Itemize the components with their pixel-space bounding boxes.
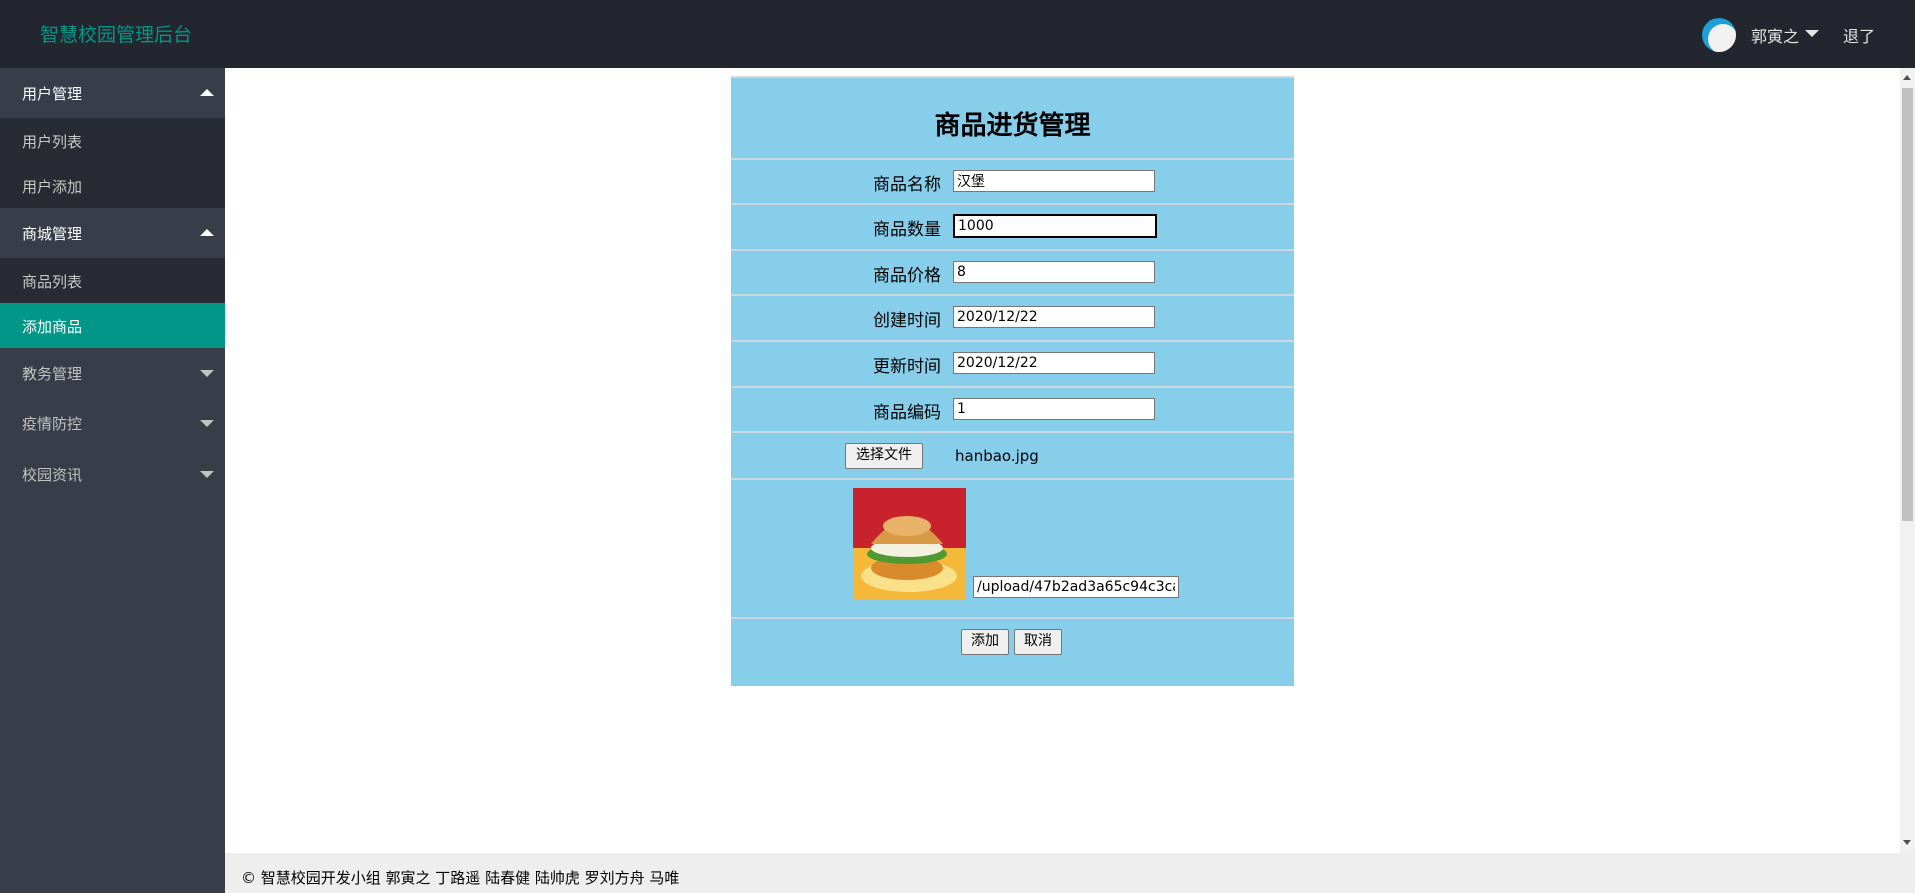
form-row-image: [731, 480, 1294, 615]
product-quantity-input[interactable]: [953, 214, 1157, 238]
burger-image: [853, 488, 966, 600]
form-row-quantity: 商品数量: [731, 205, 1294, 249]
product-price-input[interactable]: [953, 261, 1155, 283]
sidebar-group-epidemic-control[interactable]: 疫情防控: [0, 398, 225, 448]
chevron-down-icon[interactable]: [1805, 30, 1819, 37]
sidebar-group-academic-affairs[interactable]: 教务管理: [0, 348, 225, 398]
scroll-up-icon[interactable]: [1903, 75, 1911, 80]
form-row-updated: 更新时间: [731, 342, 1294, 386]
choose-file-button[interactable]: 选择文件: [845, 443, 923, 469]
caret-up-icon: [200, 89, 214, 96]
logout-link[interactable]: 退了: [1843, 23, 1875, 47]
main-content: 商品进货管理 商品名称 商品数量 商品价格 创建时间 更新时间 商品编码: [225, 68, 1900, 853]
sidebar-group-label: 教务管理: [22, 365, 83, 383]
footer: © 智慧校园开发小组 郭寅之 丁路遥 陆春健 陆帅虎 罗刘方舟 马唯: [225, 853, 1915, 893]
sidebar-item-product-list[interactable]: 商品列表: [0, 258, 225, 303]
sidebar-group-label: 用户管理: [22, 85, 83, 103]
field-label: 商品价格: [873, 266, 941, 286]
form-title: 商品进货管理: [934, 111, 1091, 141]
caret-down-icon: [200, 370, 214, 377]
created-time-input[interactable]: [953, 306, 1155, 328]
add-button[interactable]: 添加: [961, 629, 1009, 655]
form-row-file: 选择文件 hanbao.jpg: [731, 433, 1294, 477]
sidebar-group-label: 商城管理: [22, 225, 83, 243]
caret-up-icon: [200, 229, 214, 236]
form-row-created: 创建时间: [731, 296, 1294, 340]
field-label: 商品编码: [873, 403, 941, 423]
field-label: 商品数量: [873, 220, 941, 240]
footer-credits: © 智慧校园开发小组 郭寅之 丁路遥 陆春健 陆帅虎 罗刘方舟 马唯: [241, 869, 680, 887]
product-code-input[interactable]: [953, 398, 1155, 420]
user-name-menu[interactable]: 郭寅之: [1751, 23, 1799, 47]
product-purchase-form: 商品进货管理 商品名称 商品数量 商品价格 创建时间 更新时间 商品编码: [731, 76, 1294, 686]
caret-down-icon: [200, 471, 214, 478]
app-title[interactable]: 智慧校园管理后台: [40, 20, 192, 47]
sidebar-item-label: 用户添加: [22, 178, 83, 196]
sidebar-group-label: 疫情防控: [22, 415, 83, 433]
sidebar-group-label: 校园资讯: [22, 466, 83, 484]
sidebar-item-add-product[interactable]: 添加商品: [0, 303, 225, 348]
sidebar: 用户管理 用户列表 用户添加 商城管理 商品列表 添加商品 教务管理 疫情防控 …: [0, 68, 225, 893]
sidebar-group-campus-news[interactable]: 校园资讯: [0, 449, 225, 499]
vertical-scrollbar[interactable]: [1900, 68, 1915, 853]
selected-file-name: hanbao.jpg: [955, 447, 1039, 465]
form-row-actions: 添加 取消: [731, 619, 1294, 663]
form-row-price: 商品价格: [731, 251, 1294, 295]
form-row-name: 商品名称: [731, 160, 1294, 204]
caret-down-icon: [200, 420, 214, 427]
form-row-code: 商品编码: [731, 388, 1294, 432]
sidebar-item-label: 商品列表: [22, 273, 83, 291]
field-label: 更新时间: [873, 357, 941, 377]
field-label: 商品名称: [873, 175, 941, 195]
sidebar-item-user-add[interactable]: 用户添加: [0, 163, 225, 208]
field-label: 创建时间: [873, 311, 941, 331]
cancel-button[interactable]: 取消: [1014, 629, 1062, 655]
scrollbar-thumb[interactable]: [1902, 88, 1913, 521]
image-path-input[interactable]: [973, 576, 1179, 598]
sidebar-group-mall-management[interactable]: 商城管理: [0, 208, 225, 258]
top-header: 智慧校园管理后台 郭寅之 退了: [0, 0, 1915, 68]
user-avatar[interactable]: [1702, 18, 1736, 52]
sidebar-group-user-management[interactable]: 用户管理: [0, 68, 225, 118]
scroll-down-icon[interactable]: [1903, 840, 1911, 845]
product-name-input[interactable]: [953, 170, 1155, 192]
updated-time-input[interactable]: [953, 352, 1155, 374]
sidebar-item-label: 添加商品: [22, 318, 83, 336]
sidebar-item-user-list[interactable]: 用户列表: [0, 118, 225, 163]
sidebar-item-label: 用户列表: [22, 133, 83, 151]
